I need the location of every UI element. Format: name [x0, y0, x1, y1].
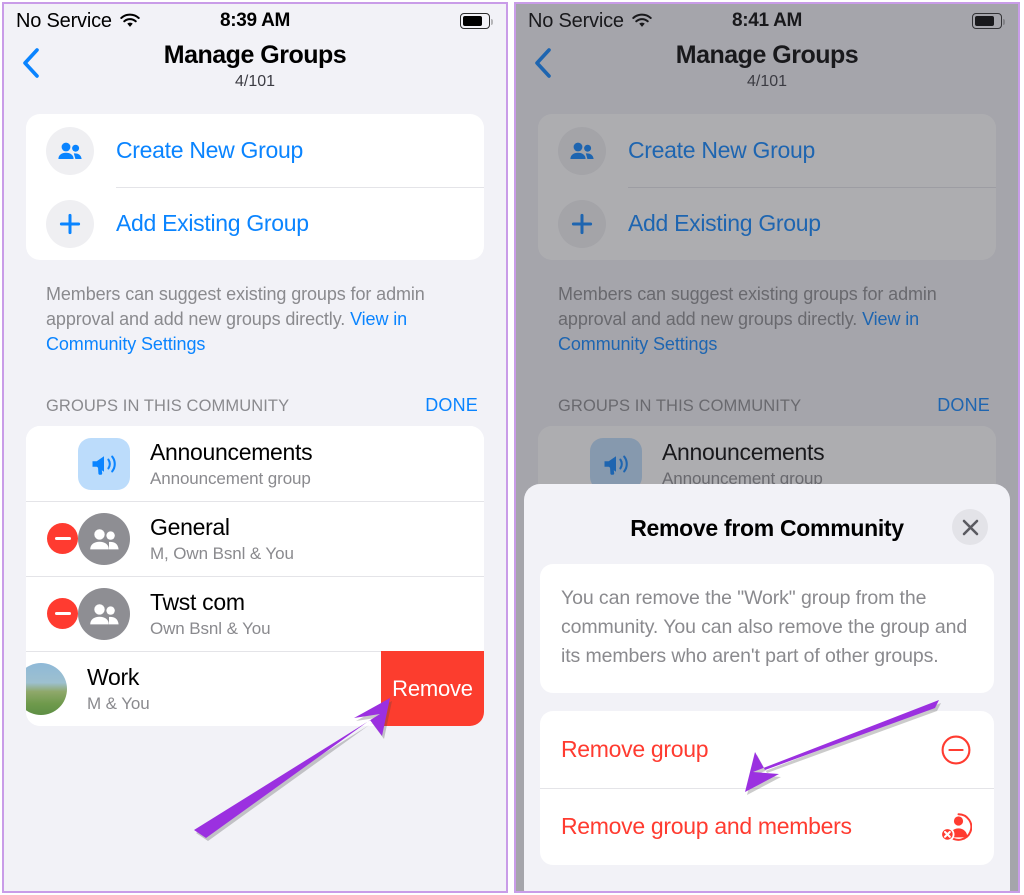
- megaphone-icon: [590, 437, 642, 490]
- list-item-general[interactable]: General M, Own Bsnl & You: [26, 501, 484, 576]
- group-actions-card: Create New Group Add Existing Group: [26, 114, 484, 260]
- people-icon: [46, 126, 94, 175]
- group-name: Work: [87, 663, 140, 690]
- group-subtitle: M & You: [87, 693, 150, 713]
- list-item-text: Announcements Announcement group: [150, 438, 313, 490]
- minus-circle-icon: [941, 735, 971, 764]
- list-item-text: General M, Own Bsnl & You: [150, 513, 294, 565]
- list-item-text: Announcements Announcement group: [662, 438, 825, 490]
- sheet-actions-card: Remove group Remove group and members: [540, 711, 994, 865]
- megaphone-icon: [78, 437, 130, 490]
- phone-screen-left: No Service 8:39 AM Manage Groups 4/101 C…: [4, 4, 506, 891]
- battery-icon: [972, 13, 1006, 29]
- chevron-left-icon: [535, 48, 551, 78]
- create-new-group-button[interactable]: Create New Group: [538, 114, 996, 187]
- sheet-description-card: You can remove the "Work" group from the…: [540, 564, 994, 693]
- groups-section-title: GROUPS IN THIS COMMUNITY: [558, 397, 802, 415]
- remove-group-label: Remove group: [561, 736, 709, 762]
- people-avatar: [78, 587, 130, 640]
- nav-bar: Manage Groups 4/101: [516, 38, 1018, 100]
- remove-group-and-members-button[interactable]: Remove group and members: [540, 788, 994, 865]
- phone-panel-right: No Service 8:41 AM Manage Groups 4/101 C…: [514, 2, 1020, 893]
- close-icon: [962, 519, 978, 535]
- permissions-footnote: Members can suggest existing groups for …: [46, 282, 482, 357]
- list-item-text: Twst com Own Bsnl & You: [150, 588, 271, 640]
- group-subtitle: Announcement group: [150, 468, 311, 488]
- remove-minus-icon[interactable]: [47, 523, 78, 554]
- row-separator: [26, 501, 484, 502]
- status-right: [972, 13, 1006, 29]
- sheet-header: Remove from Community: [540, 506, 994, 550]
- sheet-title: Remove from Community: [630, 514, 904, 541]
- status-bar: No Service 8:41 AM: [516, 4, 1018, 38]
- battery-fill: [974, 15, 994, 27]
- group-actions-card: Create New Group Add Existing Group: [538, 114, 996, 260]
- chevron-left-icon: [23, 48, 39, 78]
- group-subtitle: Own Bsnl & You: [150, 618, 271, 638]
- page-subtitle: 4/101: [234, 73, 276, 90]
- create-new-group-button[interactable]: Create New Group: [26, 114, 484, 187]
- phone-panel-left: No Service 8:39 AM Manage Groups 4/101 C…: [2, 2, 508, 893]
- group-name: Announcements: [150, 438, 313, 465]
- sheet-description: You can remove the "Work" group from the…: [561, 587, 968, 667]
- group-name: General: [150, 513, 230, 540]
- page-title: Manage Groups: [675, 41, 859, 69]
- list-item-work[interactable]: Work M & You Remove: [26, 651, 484, 726]
- done-button[interactable]: DONE: [937, 395, 990, 416]
- add-existing-group-button[interactable]: Add Existing Group: [26, 187, 484, 260]
- wifi-icon: [632, 13, 652, 27]
- screenshot-board: No Service 8:39 AM Manage Groups 4/101 C…: [0, 0, 1024, 895]
- create-new-group-label: Create New Group: [116, 137, 303, 163]
- row-separator: [26, 576, 484, 577]
- add-existing-group-label: Add Existing Group: [116, 210, 309, 236]
- people-icon: [558, 126, 606, 175]
- carrier-label: No Service: [16, 9, 112, 32]
- status-right: [460, 13, 494, 29]
- remove-from-community-sheet: Remove from Community You can remove the…: [524, 484, 1010, 891]
- groups-list: Announcements Announcement group: [26, 426, 484, 726]
- group-name: Twst com: [150, 588, 245, 615]
- status-left: No Service: [16, 10, 141, 33]
- carrier-label: No Service: [528, 9, 624, 32]
- photo-avatar: [26, 662, 67, 715]
- remove-group-button[interactable]: Remove group: [540, 711, 994, 788]
- plus-icon: [558, 199, 606, 248]
- groups-section-header: GROUPS IN THIS COMMUNITY DONE: [46, 395, 478, 416]
- list-item-announcements[interactable]: Announcements Announcement group: [26, 426, 484, 501]
- plus-icon: [46, 199, 94, 248]
- remove-group-and-members-label: Remove group and members: [561, 813, 852, 839]
- wifi-icon: [120, 13, 140, 27]
- people-avatar: [78, 512, 130, 565]
- person-remove-icon: [940, 812, 972, 842]
- page-title: Manage Groups: [163, 41, 347, 69]
- remove-swipe-button[interactable]: Remove: [381, 651, 484, 726]
- done-button[interactable]: DONE: [425, 395, 478, 416]
- phone-screen-right: No Service 8:41 AM Manage Groups 4/101 C…: [516, 4, 1018, 891]
- groups-section-header: GROUPS IN THIS COMMUNITY DONE: [558, 395, 990, 416]
- list-item-twst-com[interactable]: Twst com Own Bsnl & You: [26, 576, 484, 651]
- group-subtitle: M, Own Bsnl & You: [150, 543, 294, 563]
- status-bar: No Service 8:39 AM: [4, 4, 506, 38]
- back-button[interactable]: [14, 46, 48, 80]
- battery-icon: [460, 13, 494, 29]
- nav-bar: Manage Groups 4/101: [4, 38, 506, 100]
- groups-section-title: GROUPS IN THIS COMMUNITY: [46, 397, 290, 415]
- permissions-footnote: Members can suggest existing groups for …: [558, 282, 994, 357]
- battery-fill: [462, 15, 482, 27]
- group-name: Announcements: [662, 438, 825, 465]
- close-button[interactable]: [952, 509, 988, 545]
- back-button[interactable]: [526, 46, 560, 80]
- add-existing-group-label: Add Existing Group: [628, 210, 821, 236]
- create-new-group-label: Create New Group: [628, 137, 815, 163]
- status-left: No Service: [528, 10, 653, 33]
- page-subtitle: 4/101: [746, 73, 788, 90]
- remove-minus-icon[interactable]: [47, 598, 78, 629]
- add-existing-group-button[interactable]: Add Existing Group: [538, 187, 996, 260]
- list-item-text: Work M & You: [87, 663, 150, 715]
